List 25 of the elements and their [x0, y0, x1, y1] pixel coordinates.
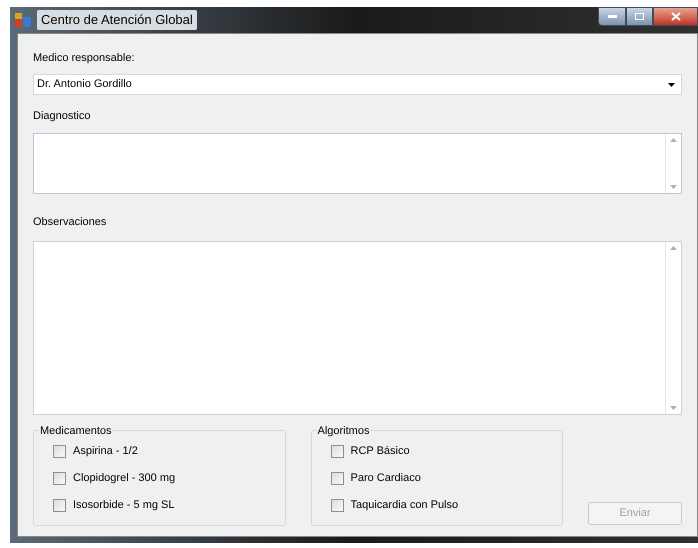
up-arrow-icon: [670, 138, 677, 142]
doctor-label: Medico responsable:: [33, 51, 136, 65]
down-arrow-icon: [670, 185, 677, 189]
maximize-button[interactable]: [626, 7, 653, 26]
down-arrow-icon: [670, 406, 677, 410]
minimize-button[interactable]: [598, 7, 626, 26]
checkbox-option[interactable]: Taquicardia con Pulso: [330, 497, 562, 514]
dropdown-value: Dr. Antonio Gordillo: [37, 77, 133, 92]
observations-label: Observaciones: [33, 215, 108, 229]
checkbox-option[interactable]: RCP Básico: [330, 443, 562, 460]
observations-field[interactable]: [33, 241, 682, 415]
up-arrow-icon: [670, 246, 677, 250]
close-button[interactable]: [653, 7, 698, 26]
checkbox-option[interactable]: Isosorbide - 5 mg SL: [53, 497, 284, 514]
diagnosis-label: Diagnostico: [33, 109, 92, 123]
checkbox-option[interactable]: Aspirina - 1/2: [53, 443, 284, 460]
diagnosis-field[interactable]: [33, 133, 682, 194]
checkbox-option[interactable]: Paro Cardiaco: [330, 470, 562, 487]
group-title: Algoritmos: [316, 423, 370, 440]
doctor-dropdown[interactable]: Dr. Antonio Gordillo: [33, 74, 682, 95]
caret-icon: [668, 82, 675, 86]
checkbox-option[interactable]: Clopidogrel - 300 mg: [53, 470, 284, 487]
window-title: Centro de Atención Global: [37, 10, 197, 30]
app-icon: [15, 13, 31, 27]
close-icon: [670, 12, 680, 21]
